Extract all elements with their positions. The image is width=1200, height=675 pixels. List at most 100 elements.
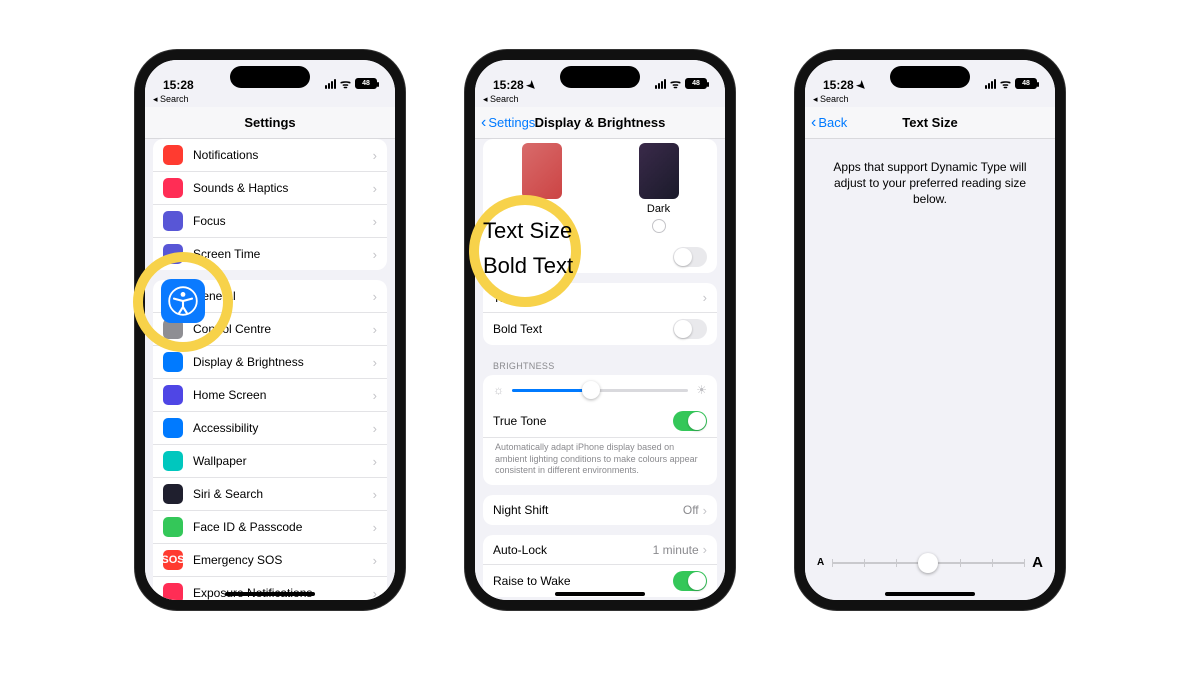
row-label: Notifications (193, 148, 373, 162)
true-tone-note: Automatically adapt iPhone display based… (483, 438, 717, 485)
row-auto-lock[interactable]: Auto-Lock 1 minute › (483, 535, 717, 565)
radio-unselected-icon (652, 219, 666, 233)
slider-knob[interactable] (582, 381, 600, 399)
toggle-bold-text[interactable] (673, 319, 707, 339)
row-display-brightness[interactable]: Display & Brightness› (153, 346, 387, 379)
navbar-display: ‹Settings Display & Brightness (475, 107, 725, 139)
brightness-slider[interactable]: ☼ ☀ (483, 375, 717, 405)
slider-knob[interactable] (918, 553, 938, 573)
sun-low-icon: ☼ (493, 383, 504, 397)
row-label: Display & Brightness (193, 355, 373, 369)
sos-icon: SOS (163, 550, 183, 570)
row-label: General (193, 289, 373, 303)
row-label: Control Centre (193, 322, 373, 336)
page-title: Settings (244, 115, 295, 130)
chevron-right-icon: › (373, 487, 377, 502)
home-indicator[interactable] (225, 592, 315, 596)
row-accessibility[interactable]: Accessibility› (153, 412, 387, 445)
appearance-light[interactable]: Light (522, 143, 562, 233)
breadcrumb-search[interactable]: ◂ Search (475, 94, 725, 107)
sounds-haptics-icon (163, 178, 183, 198)
light-thumb-icon (522, 143, 562, 199)
night-shift-group: Night Shift Off › (483, 495, 717, 525)
small-a-icon: A (817, 557, 824, 568)
row-label: Screen Time (193, 247, 373, 261)
row-label: Wallpaper (193, 454, 373, 468)
back-button[interactable]: ‹Back (811, 115, 847, 131)
phone-text-size: 15:28➤ ᯤ 48 ◂ Search ‹Back Text Size App… (795, 50, 1065, 610)
chevron-right-icon: › (373, 355, 377, 370)
home-indicator[interactable] (555, 592, 645, 596)
chevron-right-icon: › (373, 289, 377, 304)
chevron-right-icon: › (373, 148, 377, 163)
status-time: 15:28 (163, 78, 194, 92)
appearance-group: Light Dark Automatic (483, 139, 717, 273)
battery-icon: 48 (355, 78, 377, 89)
faceid-icon (163, 517, 183, 537)
dark-thumb-icon (639, 143, 679, 199)
status-time: 15:28 (823, 78, 854, 92)
row-notifications[interactable]: Notifications› (153, 139, 387, 172)
row-label: Emergency SOS (193, 553, 373, 567)
row-exposure[interactable]: Exposure Notifications› (153, 577, 387, 601)
chevron-right-icon: › (703, 542, 707, 557)
text-group: Text Size › Bold Text (483, 283, 717, 345)
chevron-right-icon: › (373, 214, 377, 229)
row-screen-time[interactable]: Screen Time› (153, 238, 387, 270)
toggle-raise-to-wake[interactable] (673, 571, 707, 591)
chevron-right-icon: › (703, 503, 707, 518)
row-wallpaper[interactable]: Wallpaper› (153, 445, 387, 478)
text-size-slider[interactable]: A A (817, 554, 1043, 571)
signal-icon (325, 79, 336, 89)
breadcrumb-search[interactable]: ◂ Search (805, 94, 1055, 107)
signal-icon (655, 79, 666, 89)
status-time: 15:28 (493, 78, 524, 92)
breadcrumb-search[interactable]: ◂ Search (145, 94, 395, 107)
row-label: Accessibility (193, 421, 373, 435)
brightness-group: ☼ ☀ True Tone Automatically adapt iPhone… (483, 375, 717, 485)
accessibility-icon (163, 418, 183, 438)
signal-icon (985, 79, 996, 89)
row-true-tone[interactable]: True Tone (483, 405, 717, 438)
row-sounds-haptics[interactable]: Sounds & Haptics› (153, 172, 387, 205)
row-focus[interactable]: Focus› (153, 205, 387, 238)
toggle-automatic[interactable] (673, 247, 707, 267)
large-a-icon: A (1032, 554, 1043, 571)
exposure-icon (163, 583, 183, 601)
chevron-right-icon: › (373, 322, 377, 337)
battery-icon: 48 (1015, 78, 1037, 89)
lock-group: Auto-Lock 1 minute › Raise to Wake (483, 535, 717, 597)
location-icon: ➤ (523, 77, 539, 93)
row-night-shift[interactable]: Night Shift Off › (483, 495, 717, 525)
row-label: Home Screen (193, 388, 373, 402)
chevron-right-icon: › (373, 520, 377, 535)
back-button[interactable]: ‹Settings (481, 115, 535, 131)
wifi-icon: ᯤ (1000, 75, 1011, 92)
row-faceid[interactable]: Face ID & Passcode› (153, 511, 387, 544)
display-brightness-icon (163, 352, 183, 372)
chevron-right-icon: › (373, 388, 377, 403)
chevron-right-icon: › (703, 290, 707, 305)
row-automatic[interactable]: Automatic (483, 241, 717, 273)
row-label: Sounds & Haptics (193, 181, 373, 195)
row-bold-text[interactable]: Bold Text (483, 313, 717, 345)
row-label: Focus (193, 214, 373, 228)
row-home-screen[interactable]: Home Screen› (153, 379, 387, 412)
accessibility-app-icon (161, 279, 205, 323)
chevron-right-icon: › (373, 454, 377, 469)
notch (560, 66, 640, 88)
row-sos[interactable]: SOSEmergency SOS› (153, 544, 387, 577)
wifi-icon: ᯤ (670, 75, 681, 92)
radio-selected-icon (535, 219, 549, 233)
chevron-right-icon: › (373, 421, 377, 436)
row-siri-search[interactable]: Siri & Search› (153, 478, 387, 511)
page-title: Text Size (902, 115, 957, 130)
appearance-dark[interactable]: Dark (639, 143, 679, 233)
battery-icon: 48 (685, 78, 707, 89)
brightness-header: BRIGHTNESS (475, 355, 725, 373)
home-indicator[interactable] (885, 592, 975, 596)
focus-icon (163, 211, 183, 231)
row-text-size[interactable]: Text Size › (483, 283, 717, 313)
row-label: Face ID & Passcode (193, 520, 373, 534)
toggle-true-tone[interactable] (673, 411, 707, 431)
